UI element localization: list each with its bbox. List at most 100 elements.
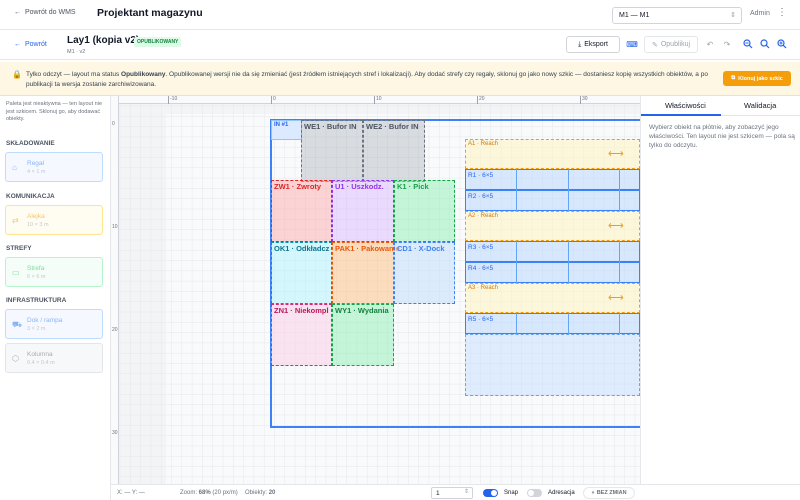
save-state-label: BEZ ZMIAN	[596, 490, 627, 496]
zone-cd1[interactable]: CD1 · X-Dock	[394, 242, 455, 304]
addressing-toggle[interactable]	[527, 489, 542, 497]
banner-text-status: Opublikowany	[121, 71, 166, 78]
rack-cell-divider	[619, 313, 620, 334]
grid-size-value: 1	[436, 490, 440, 497]
aisle-a1[interactable]: A1 · Reach ⟷	[465, 139, 640, 169]
rack-r4[interactable]: R4 · 6×5	[465, 262, 640, 283]
layout-subtitle: M1 · v2	[67, 49, 86, 55]
snap-label: Snap	[504, 490, 519, 496]
zone-ok1[interactable]: OK1 · Odkładcz	[271, 242, 332, 304]
zoom-fit-icon[interactable]	[757, 36, 773, 52]
zone-label: ZN1 · Niekompl	[274, 306, 329, 315]
aisle-icon: ⇄	[12, 216, 19, 225]
ruler-tick-label: 30	[112, 430, 118, 436]
more-menu-icon[interactable]: ⋮	[777, 7, 787, 18]
column-icon: ⬡	[12, 354, 19, 363]
back-to-wms-link[interactable]: ← Powrót do WMS	[14, 9, 76, 16]
zoom-out-icon[interactable]	[740, 36, 756, 52]
rack-cell-divider	[516, 169, 517, 190]
undo-icon[interactable]: ↶	[702, 36, 718, 52]
publish-button[interactable]: ✎ Opublikuj	[644, 36, 698, 53]
palette-item-zone[interactable]: ▭ Strefa 6 × 6 m	[5, 257, 103, 287]
rack-cell-divider	[516, 190, 517, 211]
palette-hint: Paleta jest nieaktywna — ten layout nie …	[6, 101, 103, 122]
palette-item-column[interactable]: ⬡ Kolumna 0.4 × 0.4 m	[5, 343, 103, 373]
active-tab-indicator	[641, 114, 721, 116]
palette-item-name: Alejka	[27, 213, 45, 220]
spinner-icon: ⇕	[463, 489, 469, 495]
ruler-tick-label: 0	[112, 121, 115, 127]
double-arrow-icon: ⟷	[608, 220, 624, 232]
rack-label: R2 · 6×5	[468, 193, 494, 200]
zone-icon: ▭	[12, 268, 20, 277]
aisle-label: A3 · Reach	[468, 285, 499, 291]
status-bar: X: — Y: — Zoom: 68% (20 px/m) Obiekty: 2…	[111, 484, 800, 500]
zone-label: PAK1 · Pakowanie	[335, 244, 400, 253]
section-communication-title: KOMUNIKACJA	[6, 193, 55, 200]
tab-properties[interactable]: Właściwości	[665, 101, 706, 110]
grid-size-input[interactable]: 1 ⇕	[431, 487, 473, 499]
object-count: Obiekty: 20	[245, 490, 275, 496]
rack-r3[interactable]: R3 · 6×5	[465, 241, 640, 262]
palette-item-rack[interactable]: ⌂ Regał 4 × 1 m	[5, 152, 103, 182]
back-button-label: Powrót	[25, 41, 47, 48]
zone-k1[interactable]: K1 · Pick	[394, 180, 455, 242]
zone-we2[interactable]: WE2 · Bufor IN	[363, 120, 425, 182]
zone-zw1[interactable]: ZW1 · Zwroty	[271, 180, 332, 242]
palette-item-name: Strefa	[27, 265, 45, 272]
rack-r5[interactable]: R5 · 6×5	[465, 313, 640, 334]
rack-label: R1 · 6×5	[468, 172, 494, 179]
status-badge: OPUBLIKOWANY	[134, 37, 182, 47]
rack-r1[interactable]: R1 · 6×5	[465, 169, 640, 190]
read-only-banner: 🔒 Tylko odczyt — layout ma status Opubli…	[0, 62, 800, 96]
zone-pak1[interactable]: PAK1 · Pakowanie	[332, 242, 400, 304]
palette-item-aisle[interactable]: ⇄ Alejka 10 × 3 m	[5, 205, 103, 235]
palette-item-name: Regał	[27, 160, 44, 167]
back-button[interactable]: ← Powrót	[14, 41, 47, 48]
object-palette: Paleta jest nieaktywna — ten layout nie …	[0, 96, 111, 500]
ruler-top: -10 0 10 20 30	[111, 96, 640, 104]
dock-in-1[interactable]: IN #1	[271, 120, 302, 140]
aisle-a3[interactable]: A3 · Reach ⟷	[465, 283, 640, 313]
rack-cell-divider	[516, 313, 517, 334]
zone-u1[interactable]: U1 · Uszkodz.	[332, 180, 394, 242]
rack-cell-divider	[619, 262, 620, 283]
tab-validation[interactable]: Walidacja	[744, 101, 776, 110]
app-root: ← Powrót do WMS Projektant magazynu M1 —…	[0, 0, 800, 500]
aisle-a2[interactable]: A2 · Reach ⟷	[465, 211, 640, 241]
dock-label: IN #1	[274, 122, 289, 128]
zone-wy1[interactable]: WY1 · Wydania	[332, 304, 394, 366]
palette-item-dock[interactable]: ⛟ Dok / rampa 3 × 2 m	[5, 309, 103, 339]
rack-cell-divider	[619, 241, 620, 262]
ruler-tick-label: -10	[170, 96, 178, 102]
zone-we1[interactable]: WE1 · Bufor IN	[301, 120, 363, 182]
export-button[interactable]: ⤓ Eksport	[566, 36, 620, 53]
user-name[interactable]: Admin	[750, 10, 770, 17]
zone-zn1[interactable]: ZN1 · Niekompl	[271, 304, 332, 366]
location-select[interactable]: M1 — M1 ⇕	[612, 7, 742, 24]
rack-cell-divider	[568, 241, 569, 262]
keyboard-icon[interactable]: ⌨	[624, 36, 640, 52]
rack-r2[interactable]: R2 · 6×5	[465, 190, 640, 211]
zone-label: ZW1 · Zwroty	[274, 182, 322, 191]
section-infrastructure-title: INFRASTRUKTURA	[6, 297, 67, 304]
ruler-tick	[271, 96, 272, 104]
objects-value: 20	[268, 490, 276, 496]
zoom-in-icon[interactable]	[774, 36, 790, 52]
redo-icon[interactable]: ↷	[719, 36, 735, 52]
zoom-prefix: Zoom:	[180, 490, 199, 496]
ruler-tick-label: 30	[582, 96, 588, 102]
rack-cell-divider	[619, 190, 620, 211]
zone-storage-area[interactable]	[465, 334, 640, 396]
layout-canvas[interactable]: -10 0 10 20 30 0 10 20 30 IN #1 WE1 · Bufor IN …	[111, 96, 640, 484]
ruler-tick	[168, 96, 169, 104]
ruler-tick	[477, 96, 478, 104]
download-icon: ⤓	[578, 40, 582, 48]
snap-toggle[interactable]	[483, 489, 498, 497]
clone-button-label: Klonuj jako szkic	[738, 75, 783, 82]
chevron-updown-icon: ⇕	[730, 12, 736, 19]
clone-as-draft-button[interactable]: ⧉ Klonuj jako szkic	[723, 71, 791, 86]
rack-cell-divider	[568, 190, 569, 211]
palette-item-name: Kolumna	[27, 351, 53, 358]
palette-item-size: 10 × 3 m	[27, 222, 49, 228]
